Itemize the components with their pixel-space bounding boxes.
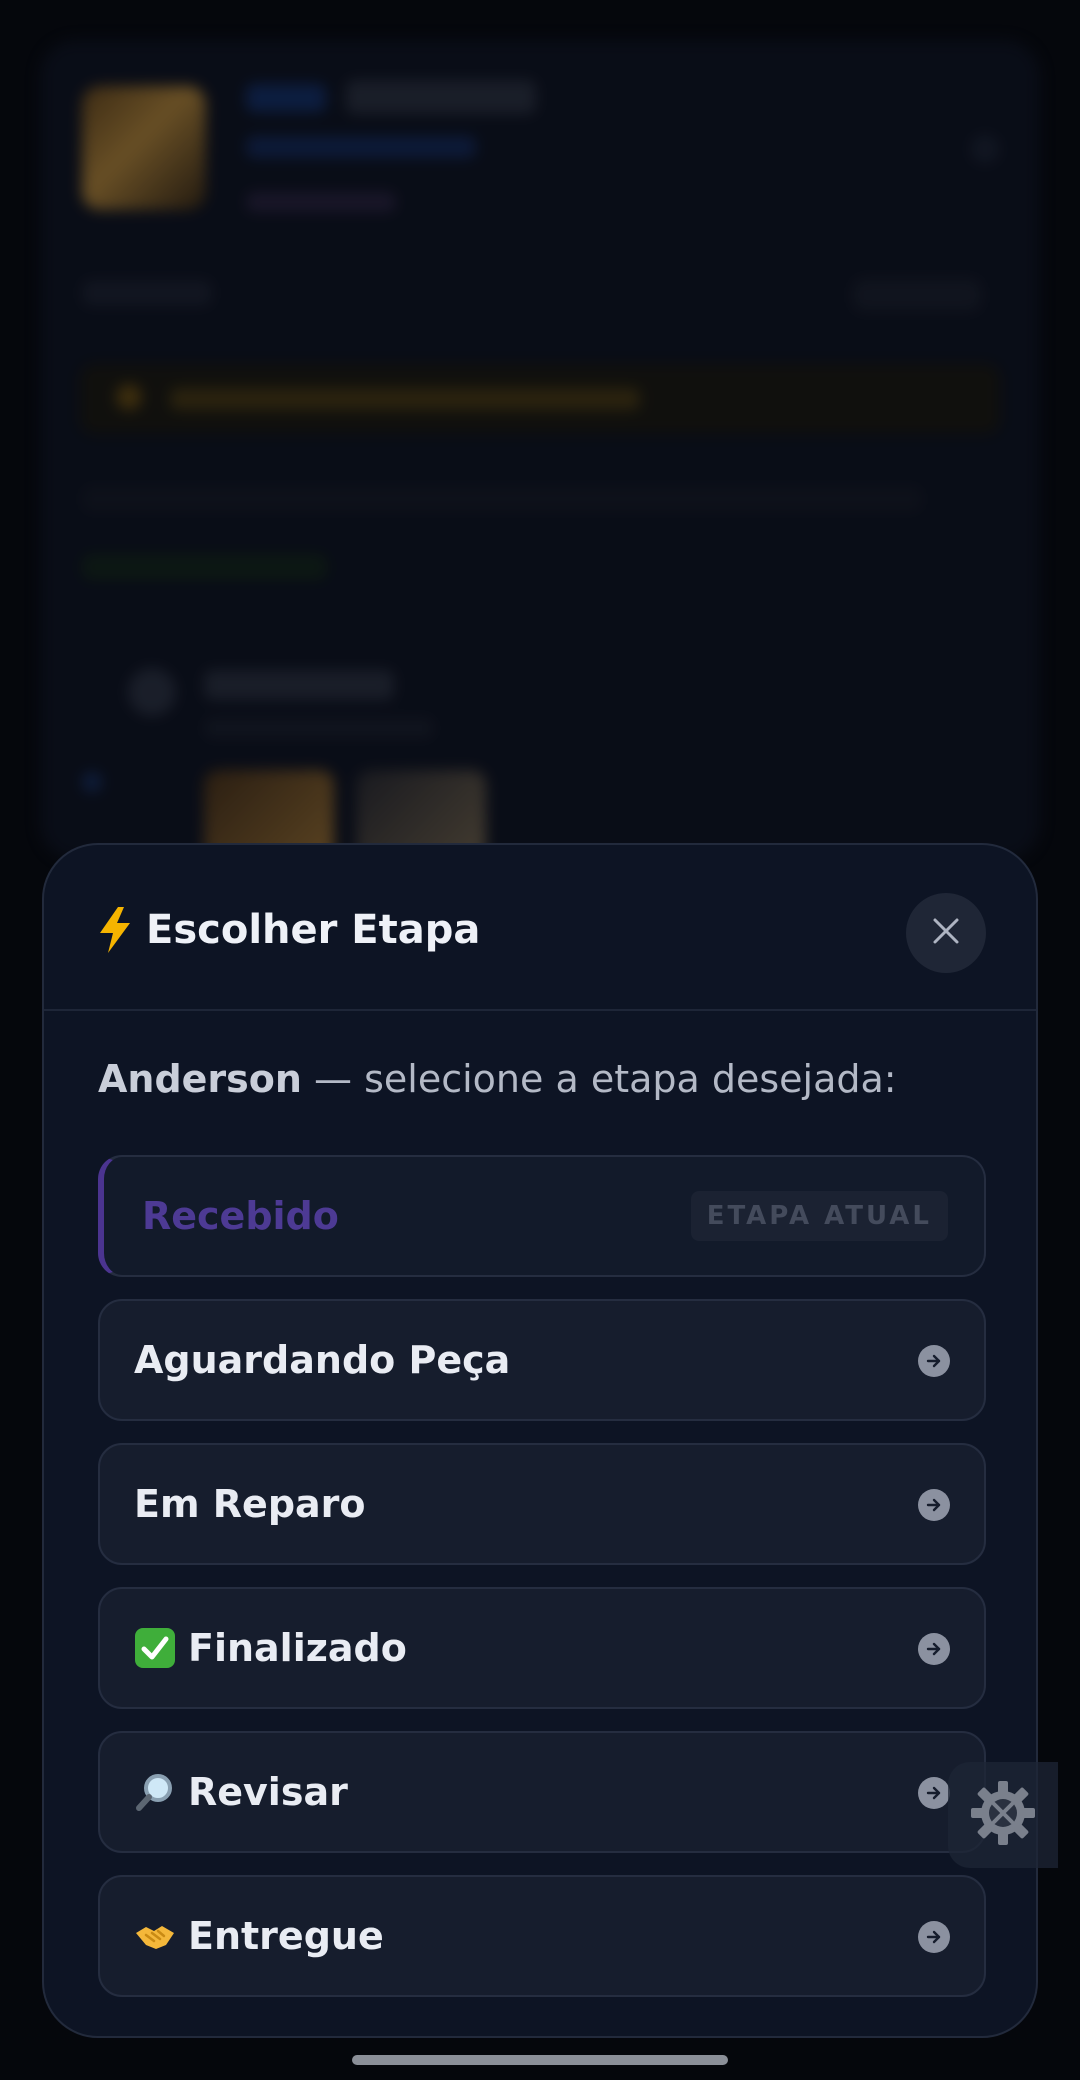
stage-label-text: Finalizado [188,1626,407,1670]
arrow-right-circle-icon [918,1777,950,1809]
stage-label: Finalizado [134,1626,407,1670]
background-info-row [82,486,922,512]
stage-option-finalizado[interactable]: Finalizado [98,1587,986,1709]
check-emoji-icon [134,1627,176,1669]
lightning-bolt-icon [98,907,132,953]
stage-label-text: Entregue [188,1914,384,1958]
background-avatar [128,668,176,716]
sheet-title-text: Escolher Etapa [146,907,481,953]
client-name: Anderson [98,1057,302,1101]
background-menu-icon [970,134,1000,164]
stage-label-text: Em Reparo [134,1482,366,1526]
background-name [204,670,394,700]
close-button[interactable] [906,893,986,973]
stage-label: Em Reparo [134,1482,366,1526]
background-tag [246,84,326,112]
choose-stage-sheet: Escolher Etapa Anderson — selecione a et… [42,843,1038,2038]
gear-tools-icon [967,1777,1039,1853]
sheet-title: Escolher Etapa [98,907,480,953]
sheet-instruction: Anderson — selecione a etapa desejada: [98,1057,897,1101]
stage-label: Entregue [134,1914,384,1958]
background-timeline-dot [82,772,102,792]
arrow-right-circle-icon [918,1345,950,1377]
stage-option-revisar[interactable]: Revisar [98,1731,986,1853]
stage-option-em-reparo[interactable]: Em Reparo [98,1443,986,1565]
stage-label: Recebido [142,1194,339,1238]
background-warning-icon [116,384,142,410]
home-indicator[interactable] [352,2055,728,2065]
background-time [204,718,434,738]
background-status-row [82,554,327,580]
app-screen: Escolher Etapa Anderson — selecione a et… [0,0,1080,2080]
background-pill [852,278,982,312]
current-stage-badge: ETAPA ATUAL [690,1191,948,1241]
sheet-header: Escolher Etapa [44,845,1036,1011]
magnifier-emoji-icon [134,1771,176,1813]
stage-option-recebido[interactable]: Recebido ETAPA ATUAL [98,1155,986,1277]
background-title [346,80,536,114]
arrow-right-circle-icon [918,1489,950,1521]
stage-label-text: Revisar [188,1770,348,1814]
handshake-emoji-icon [134,1915,176,1957]
stage-list: Recebido ETAPA ATUAL Aguardando Peça Em … [98,1155,986,2019]
stage-label: Aguardando Peça [134,1338,510,1382]
arrow-right-circle-icon [918,1633,950,1665]
background-subtitle [246,136,476,158]
background-thumbnail [82,86,206,210]
instruction-text: — selecione a etapa desejada: [301,1057,897,1101]
arrow-right-circle-icon [918,1921,950,1953]
stage-label-text: Aguardando Peça [134,1338,511,1382]
background-label [82,280,212,306]
background-subtitle-2 [246,192,396,212]
stage-option-entregue[interactable]: Entregue [98,1875,986,1997]
background-warning-text [170,388,640,410]
close-icon [932,917,960,949]
stage-label: Revisar [134,1770,348,1814]
settings-tools-button[interactable] [948,1762,1058,1868]
stage-option-aguardando-peca[interactable]: Aguardando Peça [98,1299,986,1421]
